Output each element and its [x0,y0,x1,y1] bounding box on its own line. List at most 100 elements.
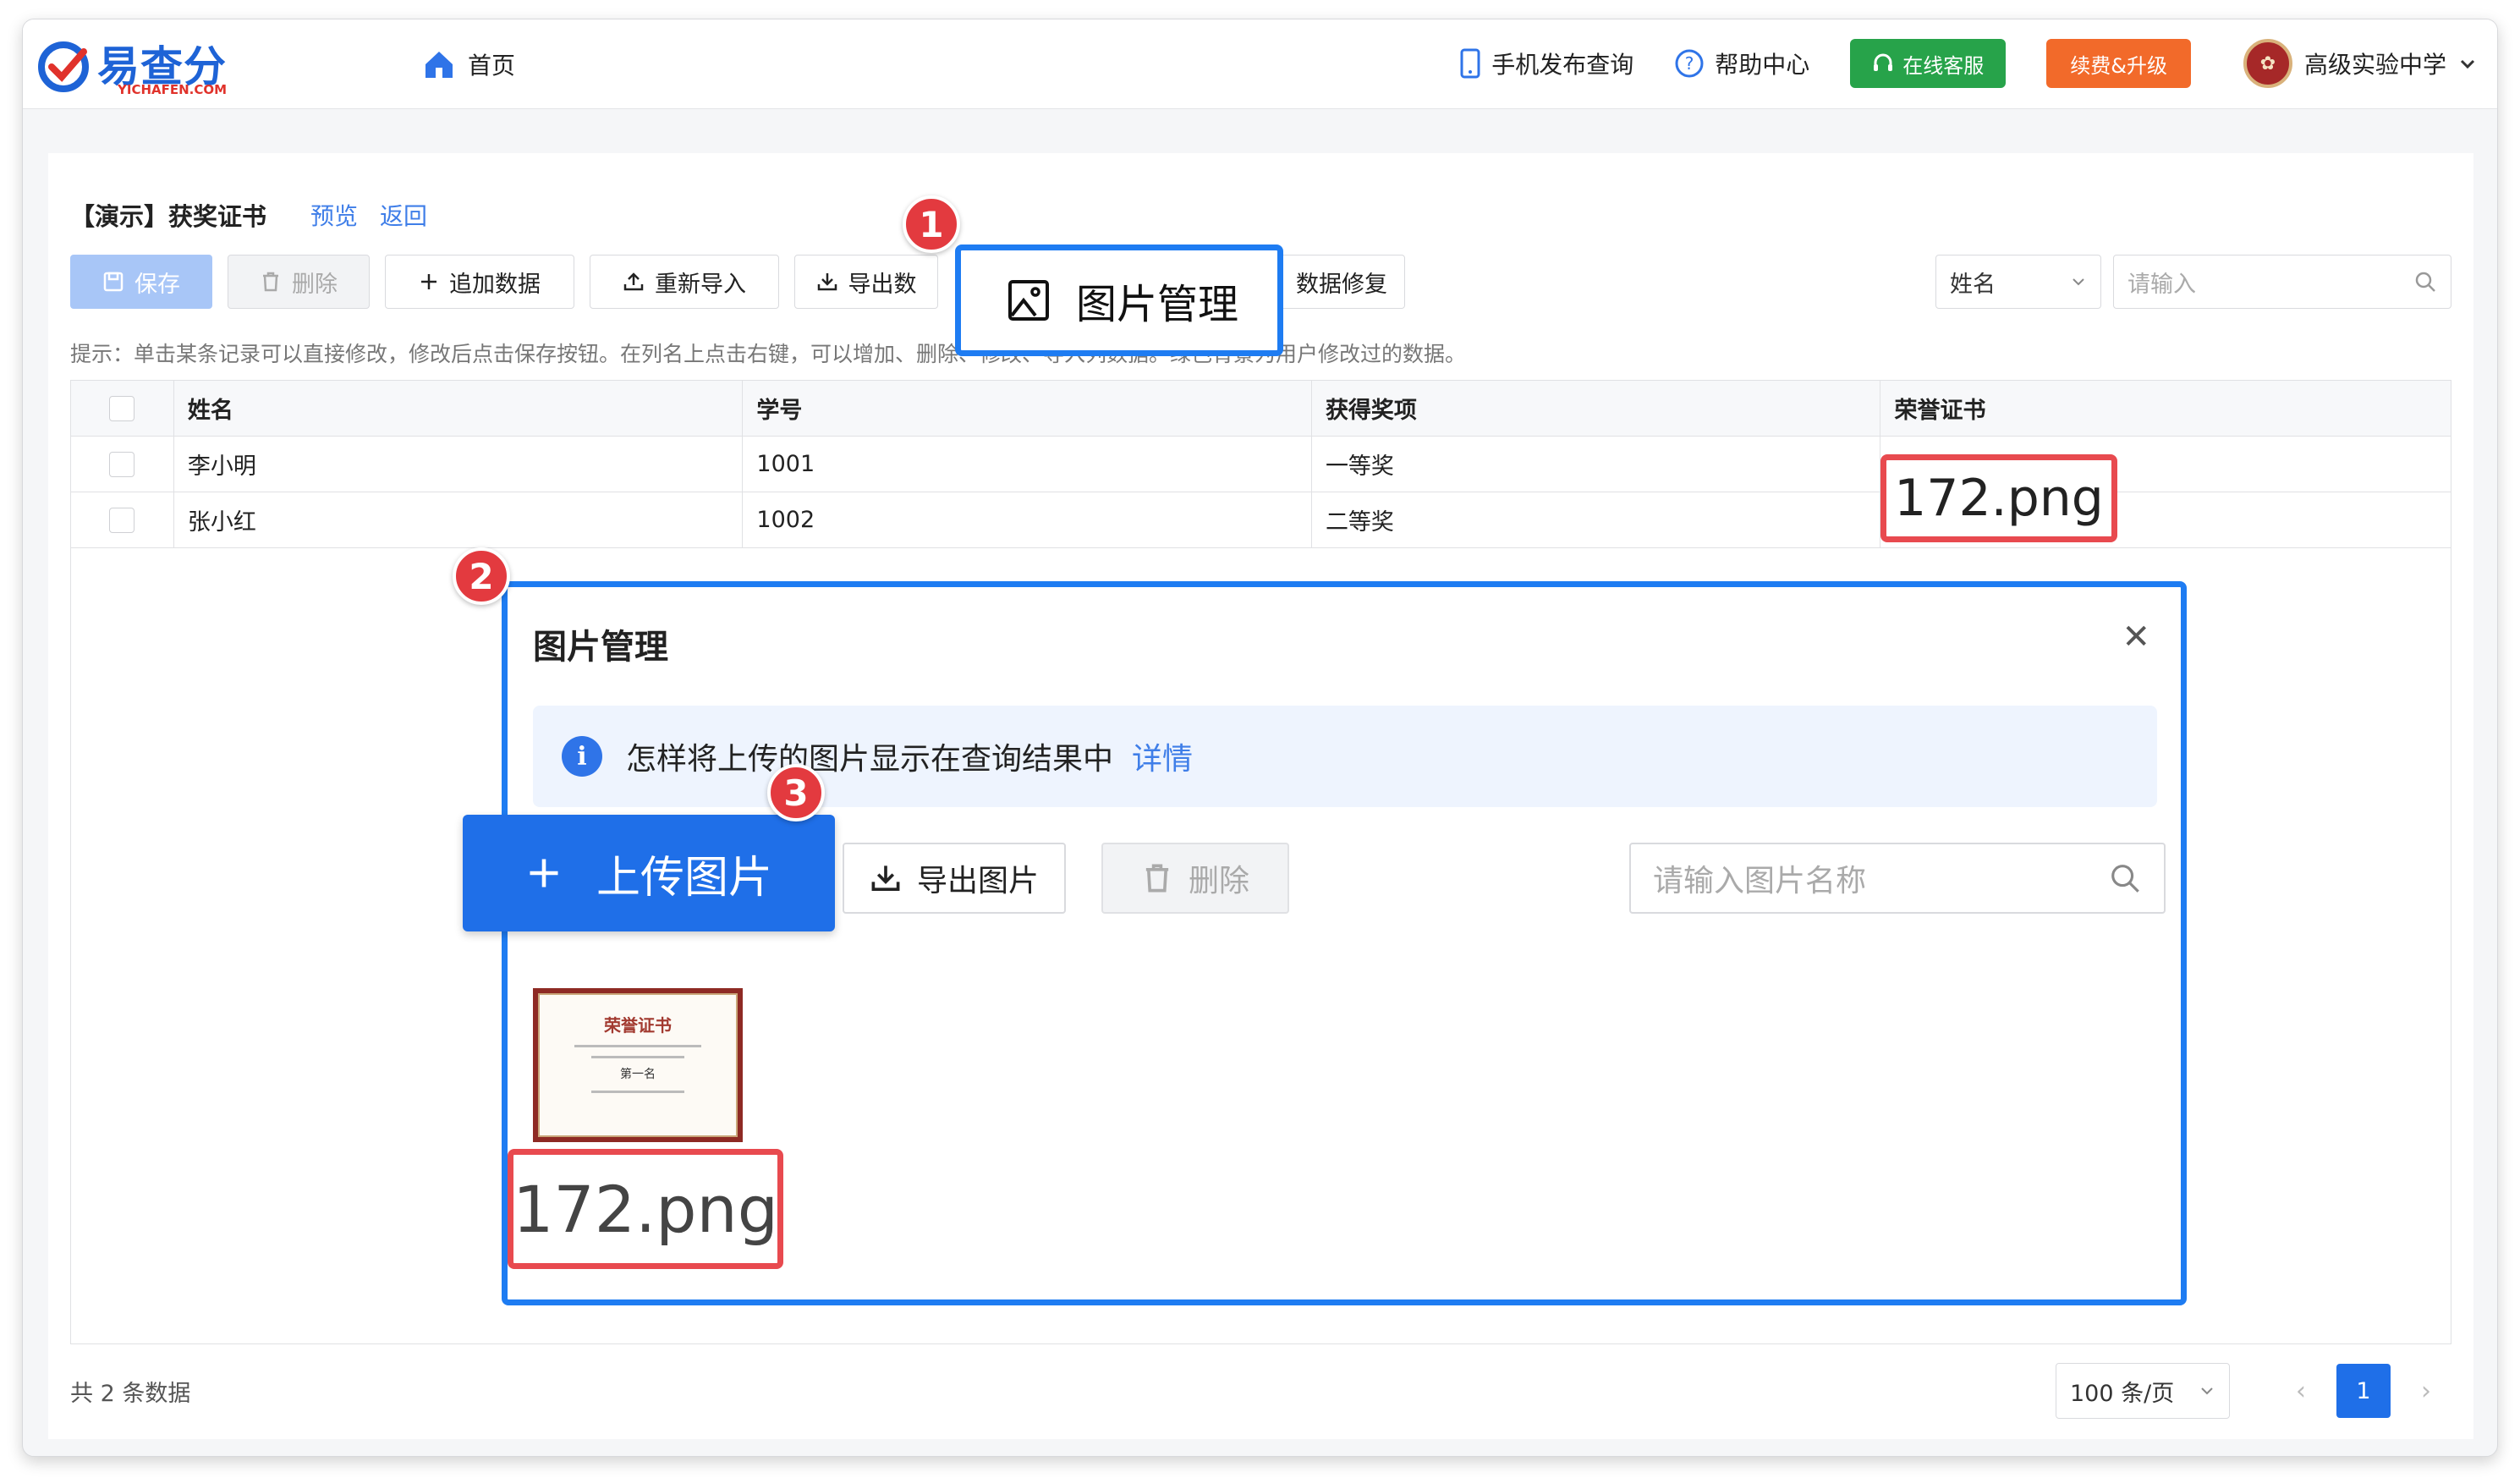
logo-subtext: YICHAFEN.COM [118,82,228,97]
table-cell[interactable]: 李小明 [174,437,744,492]
total-count: 共 2 条数据 [70,1380,191,1407]
delete-images-label: 删除 [1188,864,1249,898]
delete-label: 删除 [292,271,338,298]
row-checkbox[interactable] [109,451,135,477]
back-link[interactable]: 返回 [380,198,427,232]
top-right-actions: 手机发布查询 ? 帮助中心 在线客服 续费&升级 ✿ 高级实验中学 [1459,38,2477,89]
page-header: 【演示】获奖证书 预览 返回 [70,197,449,233]
upload-image-label: 上传图片 [596,852,772,904]
mobile-query-link[interactable]: 手机发布查询 [1459,47,1633,80]
export-data-button[interactable]: 导出数 [794,255,938,309]
column-header[interactable]: 获得奖项 [1312,381,1881,436]
mobile-icon [1460,48,1480,79]
table-cell[interactable]: 一等奖 [1312,437,1881,492]
search-field-select[interactable]: 姓名 [1935,255,2101,309]
chevron-down-icon [2460,59,2475,69]
certificate-title: 荣誉证书 [604,1015,672,1036]
prev-page-icon[interactable]: ‹ [2276,1376,2326,1406]
home-icon [425,52,453,78]
help-center-link[interactable]: ? 帮助中心 [1674,47,1809,80]
online-service-label: 在线客服 [1902,53,1985,78]
page-title: 【演示】获奖证书 [70,202,267,231]
delete-button[interactable]: 删除 [228,255,370,309]
table-cell[interactable]: 张小红 [174,492,744,547]
add-data-button[interactable]: 追加数据 [385,255,574,309]
select-all-cell [71,381,174,436]
table-cell[interactable]: 1002 [743,492,1312,547]
logo[interactable]: 易查分 YICHAFEN.COM [38,31,241,99]
table-footer: 共 2 条数据 100 条/页 ‹ 1 › [70,1363,2451,1419]
search-field-value: 姓名 [1950,271,1996,298]
reimport-label: 重新导入 [655,271,746,298]
upload-image-button[interactable]: 上传图片 [463,815,835,931]
image-thumbnail[interactable]: 荣誉证书 第一名 [533,988,743,1142]
image-manage-label: 图片管理 [1076,281,1239,328]
renew-upgrade-button[interactable]: 续费&升级 [2046,39,2191,88]
online-service-button[interactable]: 在线客服 [1850,39,2007,88]
nav-home[interactable]: 首页 [422,41,515,87]
chevron-down-icon [2201,1387,2213,1395]
download-icon [817,273,837,291]
page-size-select[interactable]: 100 条/页 [2056,1363,2230,1419]
search-input[interactable]: 请输入 [2113,255,2451,309]
upload-icon [623,272,644,291]
download-icon [871,865,900,891]
image-manage-button[interactable]: 图片管理 [955,245,1283,356]
dialog-title: 图片管理 [533,628,668,667]
preview-link[interactable]: 预览 [310,198,358,232]
chevron-down-icon [2073,278,2084,286]
nav-home-label: 首页 [468,52,516,80]
step-badge-1: 1 [903,195,960,253]
close-icon[interactable]: ✕ [2122,618,2150,657]
export-images-button[interactable]: 导出图片 [843,843,1066,914]
column-header[interactable]: 荣誉证书 [1880,381,2451,436]
image-icon [1008,280,1049,321]
highlighted-filename-cell: 172.png [1880,454,2117,542]
plus-icon [530,859,558,887]
row-select-cell [71,437,174,492]
data-repair-button[interactable]: 数据修复 [1278,255,1405,309]
next-page-icon[interactable]: › [2401,1376,2451,1406]
headset-icon [1874,53,1893,71]
certificate-line [591,1056,684,1058]
save-icon [103,272,124,292]
table-header-row: 姓名 学号 获得奖项 荣誉证书 [71,381,2451,437]
row-checkbox[interactable] [109,507,135,533]
step-badge-2: 2 [453,547,510,605]
search-icon [2415,272,2435,292]
reimport-button[interactable]: 重新导入 [590,255,779,309]
column-header[interactable]: 姓名 [174,381,744,436]
data-repair-label: 数据修复 [1296,271,1387,298]
app-window: 易查分 YICHAFEN.COM 首页 手机发布查询 ? 帮助中心 在线客服 续… [22,19,2498,1457]
top-navbar: 易查分 YICHAFEN.COM 首页 手机发布查询 ? 帮助中心 在线客服 续… [23,19,2497,109]
column-header[interactable]: 学号 [743,381,1312,436]
school-name: 高级实验中学 [2303,51,2446,79]
row-select-cell [71,492,174,547]
svg-text:?: ? [1685,53,1694,74]
delete-images-button[interactable]: 删除 [1101,843,1289,914]
logo-icon [38,41,89,92]
school-account-menu[interactable]: ✿ 高级实验中学 [2243,39,2477,88]
step-badge-3: 3 [767,764,825,821]
search-area: 姓名 请输入 [1935,255,2451,309]
image-search-placeholder: 请输入图片名称 [1653,864,1867,898]
current-page-button[interactable]: 1 [2336,1364,2391,1418]
pagination: 100 条/页 ‹ 1 › [2056,1363,2451,1419]
search-icon [2111,865,2139,893]
table-cell[interactable]: 二等奖 [1312,492,1881,547]
select-all-checkbox[interactable] [109,395,135,421]
toolbar: 保存 删除 追加数据 重新导入 导出数 数据修复 [70,255,1405,309]
school-emblem-avatar: ✿ [2243,39,2292,88]
renew-upgrade-label: 续费&升级 [2070,53,2167,78]
save-button[interactable]: 保存 [70,255,212,309]
search-placeholder: 请输入 [2127,271,2196,298]
info-text: 怎样将上传的图片显示在查询结果中 [626,742,1114,777]
save-label: 保存 [135,271,180,298]
export-data-label: 导出数 [848,271,917,298]
plus-icon [421,274,436,289]
image-search-input[interactable]: 请输入图片名称 [1629,843,2166,914]
detail-link[interactable]: 详情 [1132,734,1193,778]
image-manage-dialog: 图片管理 ✕ i 怎样将上传的图片显示在查询结果中 详情 导出图片 删除 请输入… [502,581,2187,1305]
export-images-label: 导出图片 [916,864,1039,898]
table-cell[interactable]: 1001 [743,437,1312,492]
